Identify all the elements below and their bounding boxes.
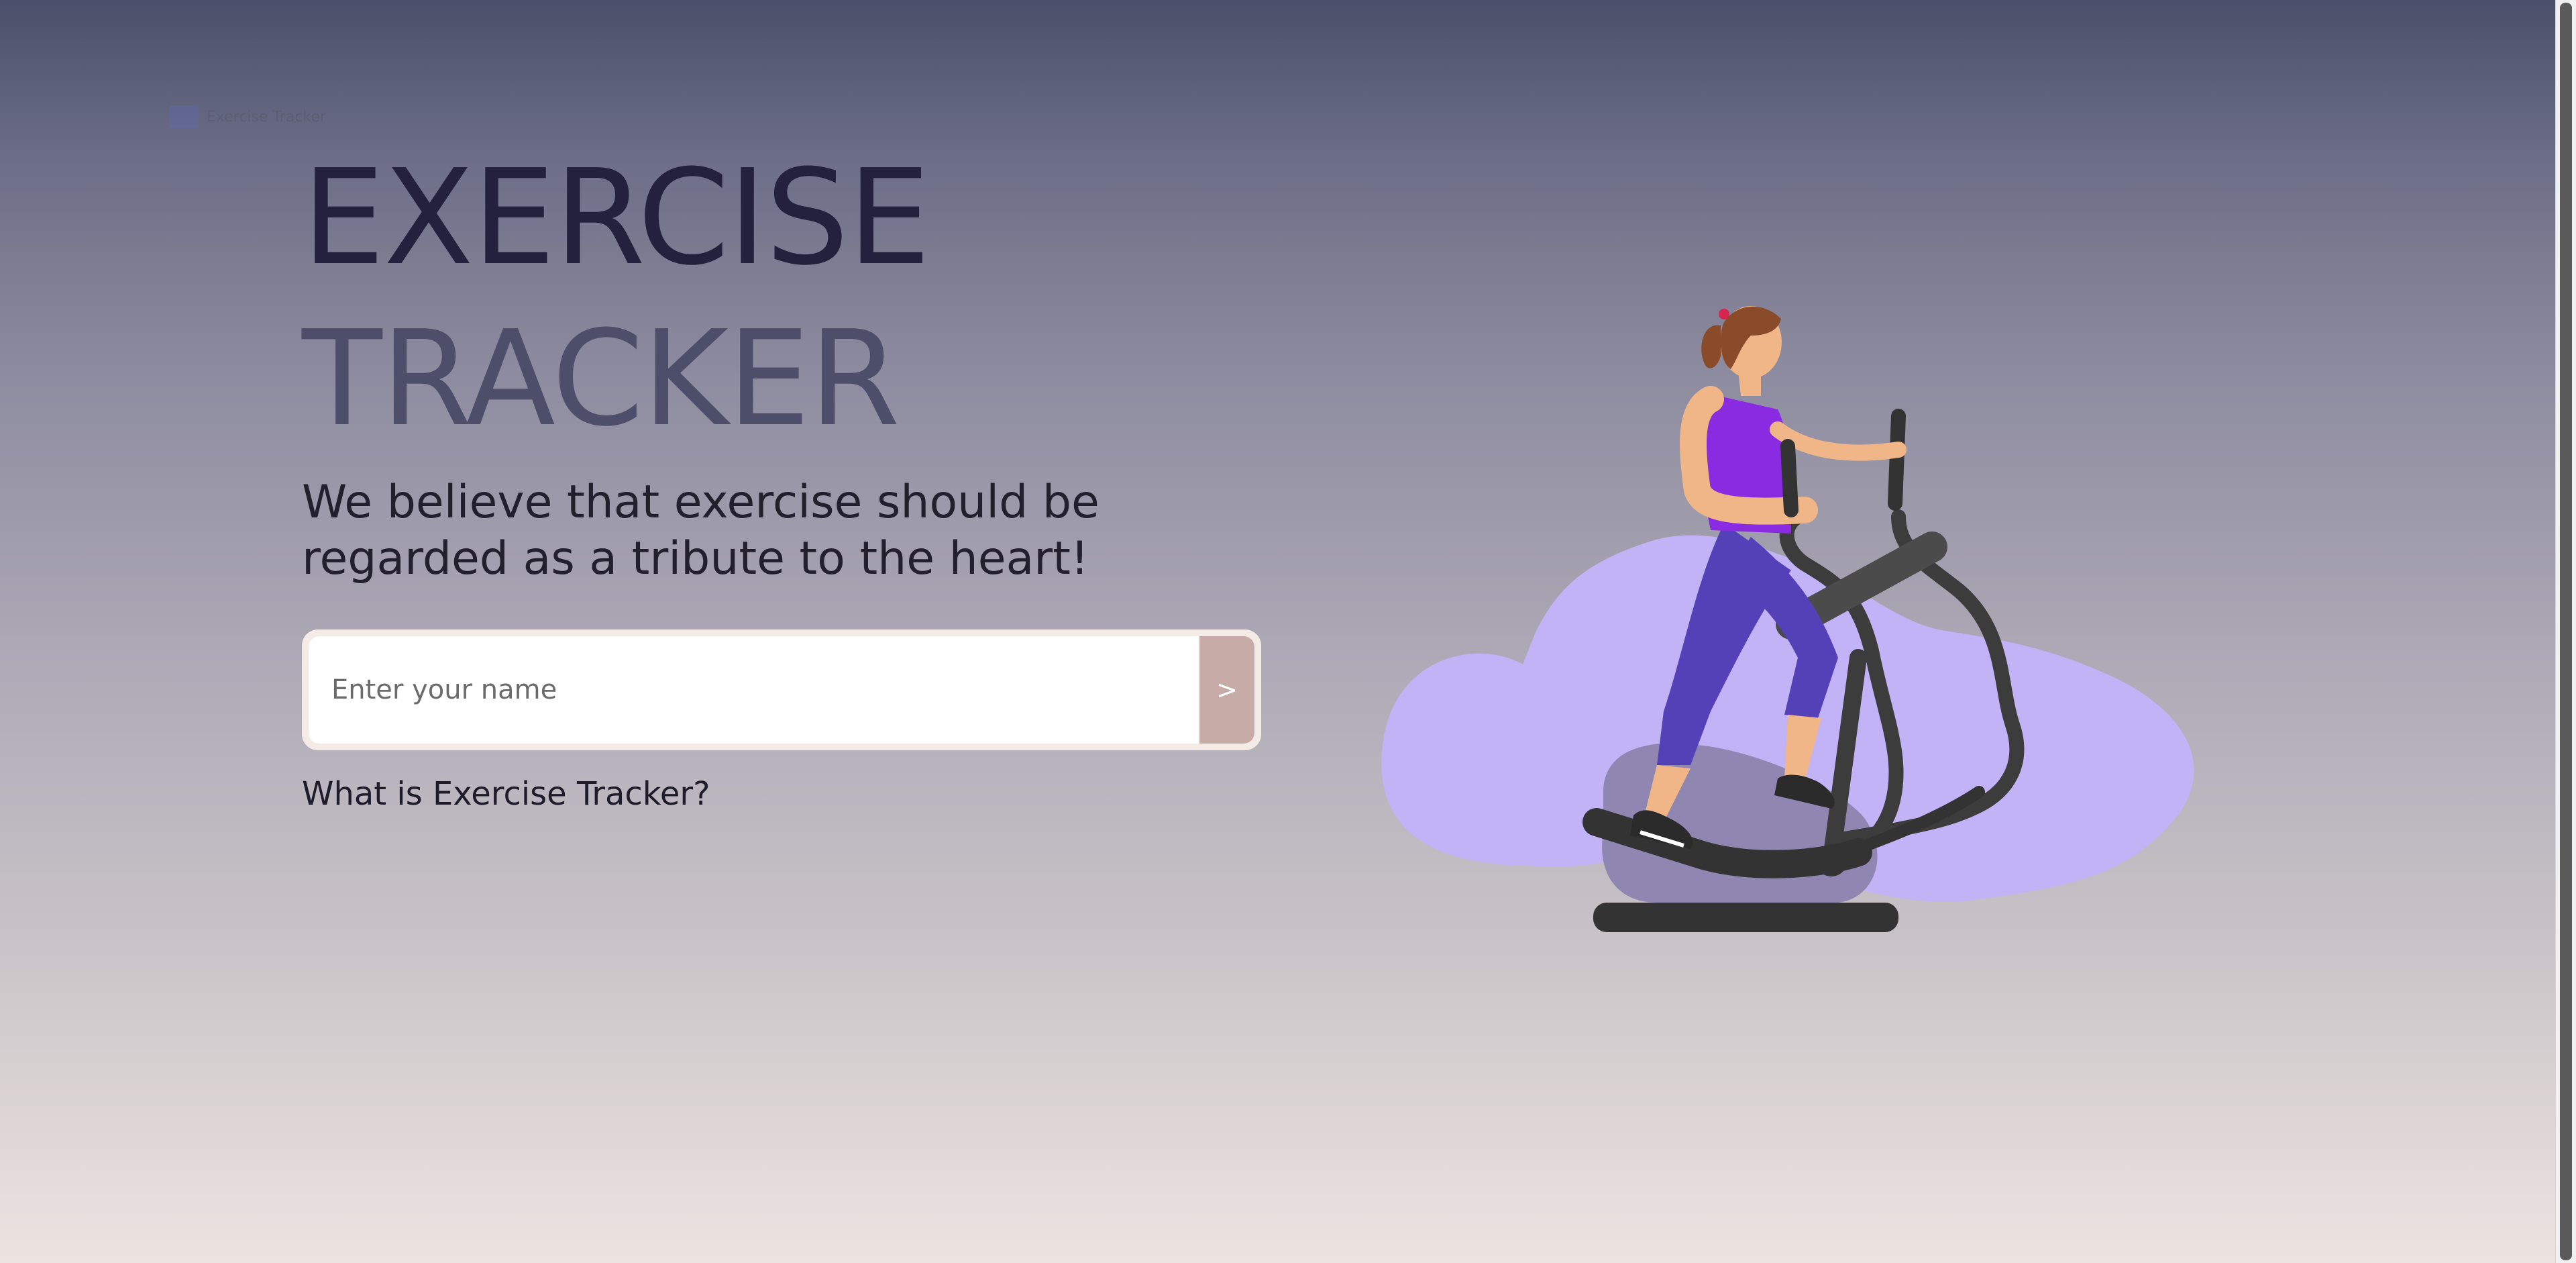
scrollbar-thumb[interactable] <box>2560 3 2572 1260</box>
hero-tagline: We believe that exercise should be regar… <box>302 476 1099 585</box>
submit-button[interactable]: > <box>1199 636 1254 744</box>
logo-text: Exercise Tracker <box>207 108 326 125</box>
name-form: > <box>302 629 1261 750</box>
brand-logo[interactable]: Exercise Tracker <box>169 102 417 132</box>
hero-title-line-1: EXERCISE <box>302 142 930 295</box>
what-is-link[interactable]: What is Exercise Tracker? <box>302 775 710 813</box>
vertical-scrollbar[interactable] <box>2555 0 2576 1263</box>
logo-icon <box>169 105 199 128</box>
woman-elliptical-trainer-icon <box>1381 306 2194 932</box>
hero-section: EXERCISE TRACKER We believe that exercis… <box>302 138 1308 587</box>
name-input[interactable] <box>309 636 1199 744</box>
hero-title-line-2: TRACKER <box>302 303 900 456</box>
